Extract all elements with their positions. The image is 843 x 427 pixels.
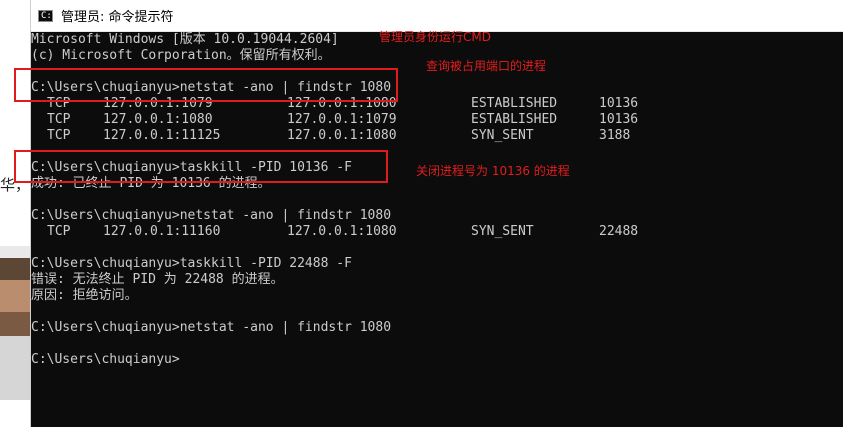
background-text: 华， [0, 176, 31, 194]
local-address-cell: 127.0.0.1:11160 [103, 224, 221, 239]
console-line: 原因: 拒绝访问。 [31, 288, 138, 303]
cmd-window[interactable]: C:\ 管理员: 命令提示符 Microsoft Windows [版本 10.… [30, 0, 843, 427]
console-line: 错误: 无法终止 PID 为 22488 的进程。 [31, 272, 284, 287]
console-line: 成功: 已终止 PID 为 10136 的进程。 [31, 176, 271, 191]
proto-cell: TCP [47, 96, 71, 111]
console-output[interactable]: Microsoft Windows [版本 10.0.19044.2604] (… [31, 32, 843, 427]
pid-cell: 22488 [599, 224, 639, 239]
state-cell: SYN_SENT [471, 224, 534, 239]
console-line: Microsoft Windows [版本 10.0.19044.2604] [31, 32, 339, 47]
pid-cell: 3188 [599, 128, 631, 143]
command-line: C:\Users\chuqianyu>netstat -ano | findst… [31, 320, 392, 335]
table-row: TCP 127.0.0.1:11160 127.0.0.1:1080 SYN_S… [31, 224, 831, 240]
person-photo [0, 246, 30, 400]
proto-cell: TCP [47, 128, 71, 143]
pid-cell: 10136 [599, 96, 639, 111]
foreign-address-cell: 127.0.0.1:1080 [287, 96, 397, 111]
command-line: C:\Users\chuqianyu>taskkill -PID 10136 -… [31, 160, 352, 175]
prompt-line[interactable]: C:\Users\chuqianyu> [31, 352, 180, 368]
background-page: 华， [0, 0, 30, 427]
command-line: C:\Users\chuqianyu>netstat -ano | findst… [31, 80, 392, 95]
console-line: (c) Microsoft Corporation。保留所有权利。 [31, 48, 331, 63]
foreign-address-cell: 127.0.0.1:1080 [287, 224, 397, 239]
state-cell: ESTABLISHED [471, 96, 558, 111]
window-title: 管理员: 命令提示符 [61, 10, 174, 25]
foreign-address-cell: 127.0.0.1:1079 [287, 112, 397, 127]
title-bar[interactable]: C:\ 管理员: 命令提示符 [31, 0, 843, 32]
proto-cell: TCP [47, 112, 71, 127]
local-address-cell: 127.0.0.1:1080 [103, 112, 213, 127]
terminal-icon: C:\ [38, 9, 57, 22]
table-row: TCP 127.0.0.1:1080 127.0.0.1:1079 ESTABL… [31, 112, 831, 128]
table-row: TCP 127.0.0.1:1079 127.0.0.1:1080 ESTABL… [31, 96, 831, 112]
pid-cell: 10136 [599, 112, 639, 127]
local-address-cell: 127.0.0.1:1079 [103, 96, 213, 111]
table-row: TCP 127.0.0.1:11125 127.0.0.1:1080 SYN_S… [31, 128, 831, 144]
local-address-cell: 127.0.0.1:11125 [103, 128, 221, 143]
command-line: C:\Users\chuqianyu>netstat -ano | findst… [31, 208, 392, 223]
foreign-address-cell: 127.0.0.1:1080 [287, 128, 397, 143]
state-cell: SYN_SENT [471, 128, 534, 143]
command-line: C:\Users\chuqianyu>taskkill -PID 22488 -… [31, 256, 352, 271]
state-cell: ESTABLISHED [471, 112, 558, 127]
proto-cell: TCP [47, 224, 71, 239]
